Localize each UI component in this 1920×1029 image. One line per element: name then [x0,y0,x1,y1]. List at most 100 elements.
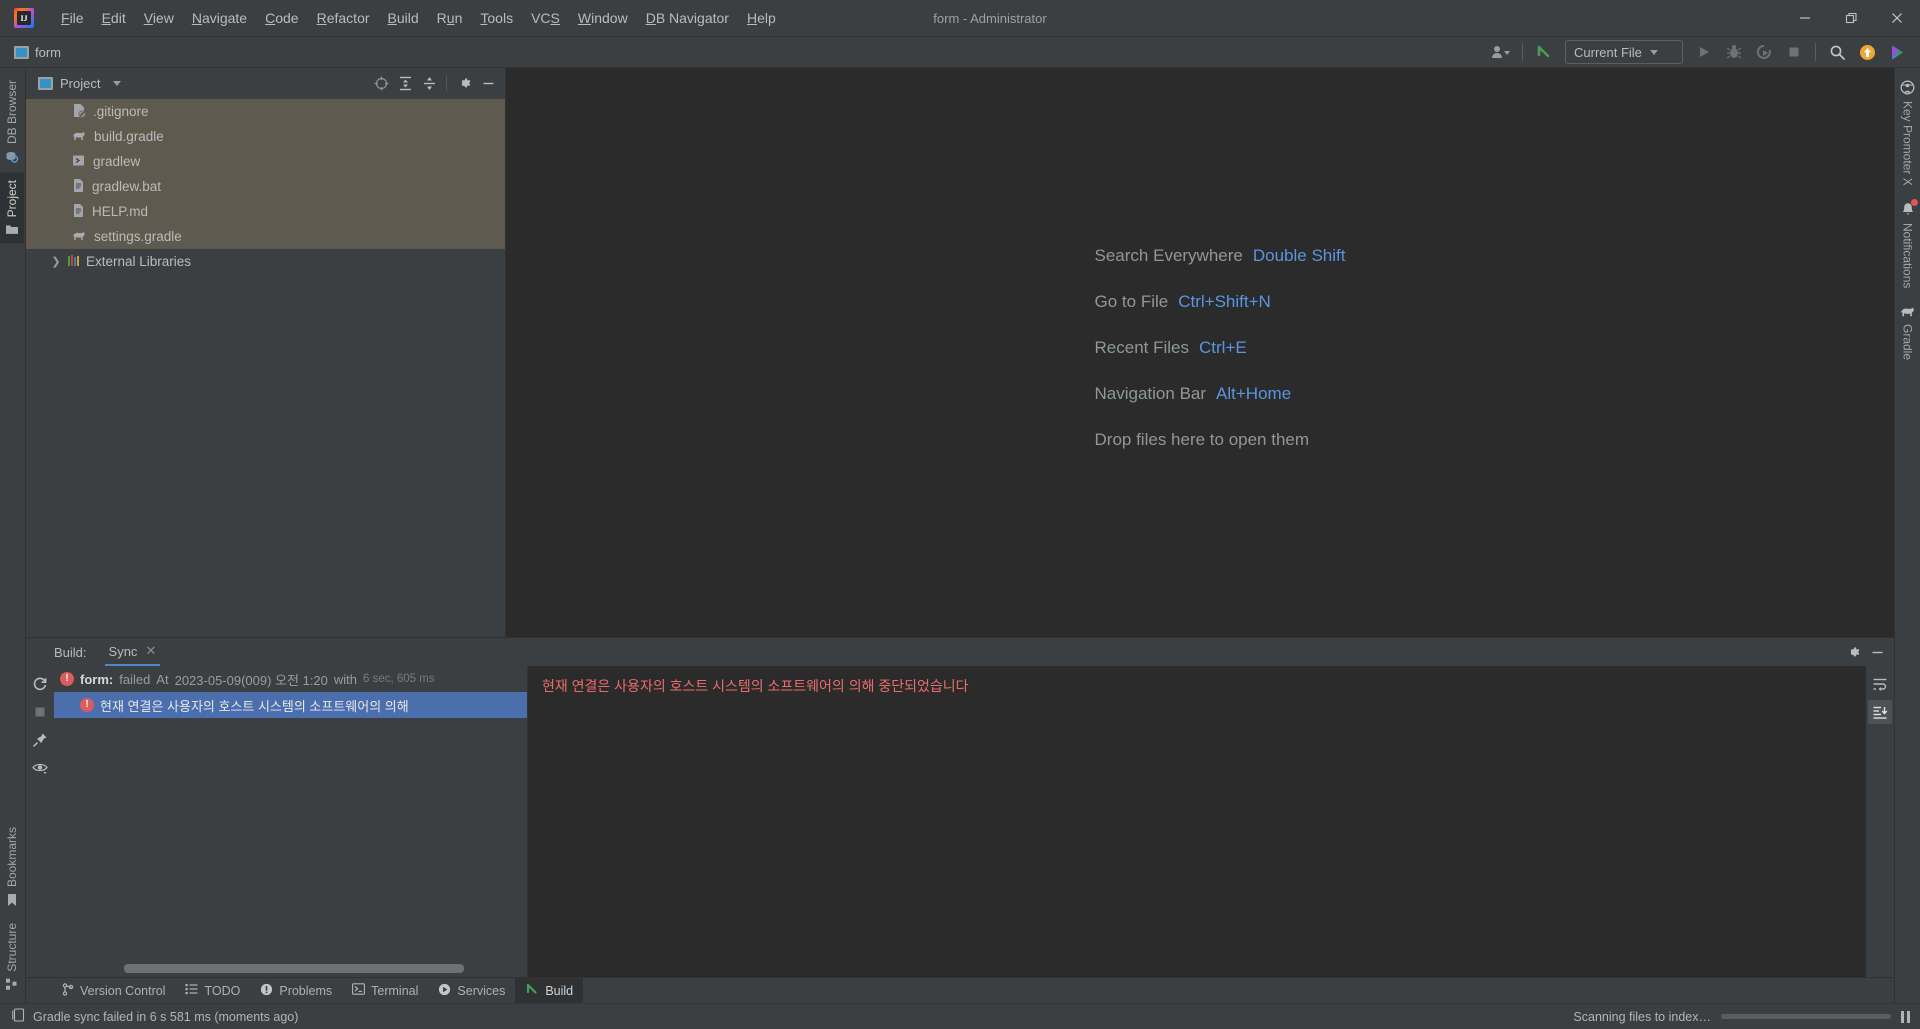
sidebar-item-db-browser[interactable]: DB Browser [0,72,24,172]
menu-code[interactable]: Code [256,6,307,30]
menu-window[interactable]: Window [569,6,637,30]
intellij-window: IJ File Edit View Navigate Code Refactor… [0,0,1920,1029]
gear-icon[interactable] [1842,641,1864,663]
menu-file[interactable]: File [52,6,93,30]
sidebar-item-notifications[interactable]: Notifications [1895,194,1920,296]
sidebar-item-bookmarks[interactable]: Bookmarks [0,819,24,915]
close-button[interactable] [1874,0,1920,36]
scroll-to-end-icon[interactable] [1868,700,1892,724]
menu-db-navigator[interactable]: DB Navigator [637,6,738,30]
expand-all-icon[interactable] [394,72,416,94]
minimize-button[interactable] [1782,0,1828,36]
tab-label: Problems [279,983,333,998]
tree-item-help-md[interactable]: HELP.md [26,199,505,224]
restore-button[interactable] [1828,0,1874,36]
gear-icon[interactable] [453,72,475,94]
upper-region: Project .gitignore build.gradle gradlew … [26,68,1894,637]
tab-services[interactable]: Services [428,978,515,1004]
tab-version-control[interactable]: Version Control [52,978,175,1004]
gradle-elephant-icon [1900,304,1916,318]
user-account-icon[interactable] [1486,39,1516,65]
project-module-icon [14,45,29,59]
menu-view[interactable]: View [135,6,183,30]
run-icon[interactable] [1689,39,1719,65]
updates-available-icon[interactable] [1852,39,1882,65]
project-tool-window: Project .gitignore build.gradle gradlew … [26,68,506,637]
tree-item-gradlew[interactable]: gradlew [26,149,505,174]
collapse-all-icon[interactable] [418,72,440,94]
key-promoter-label: Key Promoter X [1900,101,1915,186]
title-bar: IJ File Edit View Navigate Code Refactor… [0,0,1920,36]
menu-vcs[interactable]: VCS [522,6,569,30]
pin-icon[interactable] [28,728,52,752]
menu-navigate[interactable]: Navigate [183,6,256,30]
notifications-label: Notifications [1900,222,1915,289]
problems-icon [260,983,273,999]
status-message-group[interactable]: Gradle sync failed in 6 s 581 ms (moment… [12,1008,298,1025]
toolbar-separator-2 [1815,43,1816,61]
ide-assistant-icon[interactable] [1882,39,1912,65]
target-icon[interactable] [370,72,392,94]
menu-edit[interactable]: Edit [93,6,135,30]
sidebar-item-key-promoter[interactable]: Key Promoter X [1895,72,1920,194]
notifications-bell-icon [1901,198,1918,217]
search-icon[interactable] [1822,39,1852,65]
hint-action: Search Everywhere [1094,245,1243,265]
tab-problems[interactable]: Problems [250,978,342,1004]
hint-shortcut: Alt+Home [1216,383,1292,403]
terminal-icon [352,983,366,998]
breadcrumb[interactable]: form [14,45,61,60]
project-panel-title[interactable]: Project [38,75,122,91]
build-root-timestamp: 2023-05-09(009) 오전 1:20 [174,672,328,688]
tab-build[interactable]: Build [515,977,584,1004]
tree-item-gitignore[interactable]: .gitignore [26,99,505,124]
build-window-label: Build: [54,644,87,660]
build-tree-root-row[interactable]: ! form: failed At 2023-05-09(009) 오전 1:2… [54,666,527,692]
gradle-label: Gradle [1900,324,1915,361]
debug-icon[interactable] [1719,39,1749,65]
build-tree-child-row[interactable]: ! 현재 연결은 사용자의 호스트 시스템의 소프트웨어의 의해 [54,692,527,718]
stop-icon[interactable] [1779,39,1809,65]
sidebar-item-gradle[interactable]: Gradle [1895,296,1920,368]
soft-wrap-icon[interactable] [1868,672,1892,696]
menu-refactor[interactable]: Refactor [308,6,379,30]
sidebar-item-structure[interactable]: Structure [0,915,24,999]
tree-label: gradlew.bat [92,179,162,194]
sidebar-item-project[interactable]: Project [0,172,24,244]
editor-empty-area: Search Everywhere Double Shift Go to Fil… [506,68,1894,637]
tab-label: Services [457,983,506,998]
center-column: Project .gitignore build.gradle gradlew … [26,68,1894,1004]
menu-help[interactable]: Help [738,6,785,30]
build-console[interactable]: 현재 연결은 사용자의 호스트 시스템의 소프트웨어의 의해 중단되었습니다 [528,666,1866,977]
project-title-label: Project [60,75,101,91]
menu-build[interactable]: Build [379,6,428,30]
vcs-update-icon[interactable] [1529,39,1559,65]
build-tree-hscrollbar[interactable] [124,964,464,973]
tab-todo[interactable]: TODO [175,978,250,1004]
eye-icon[interactable] [28,756,52,780]
menu-run[interactable]: Run [428,6,472,30]
close-icon[interactable]: ✕ [145,643,156,659]
tab-terminal[interactable]: Terminal [342,978,428,1004]
minimize-icon[interactable] [477,72,499,94]
tab-label: Terminal [371,983,419,998]
refresh-icon[interactable] [28,672,52,696]
run-configuration-selector[interactable]: Current File [1565,40,1683,64]
pause-icon[interactable] [1901,1010,1910,1023]
db-browser-icon [5,150,19,164]
run-with-coverage-icon[interactable] [1749,39,1779,65]
hint-action: Drop files here to open them [1094,429,1310,449]
menu-tools[interactable]: Tools [471,6,522,30]
tree-item-settings-gradle[interactable]: settings.gradle [26,224,505,249]
gitignore-file-icon [72,103,86,121]
tree-item-build-gradle[interactable]: build.gradle [26,124,505,149]
run-config-label: Current File [1574,44,1642,60]
progress-label: Scanning files to index… [1573,1009,1711,1024]
tree-item-gradlew-bat[interactable]: gradlew.bat [26,174,505,199]
minimize-icon[interactable] [1866,641,1888,663]
menu-bar: File Edit View Navigate Code Refactor Bu… [52,0,785,36]
stop-square-icon[interactable] [28,700,52,724]
tab-sync[interactable]: Sync ✕ [104,638,161,666]
chevron-right-icon[interactable]: ❯ [50,255,62,268]
tree-item-external-libraries[interactable]: ❯ External Libraries [26,249,505,274]
